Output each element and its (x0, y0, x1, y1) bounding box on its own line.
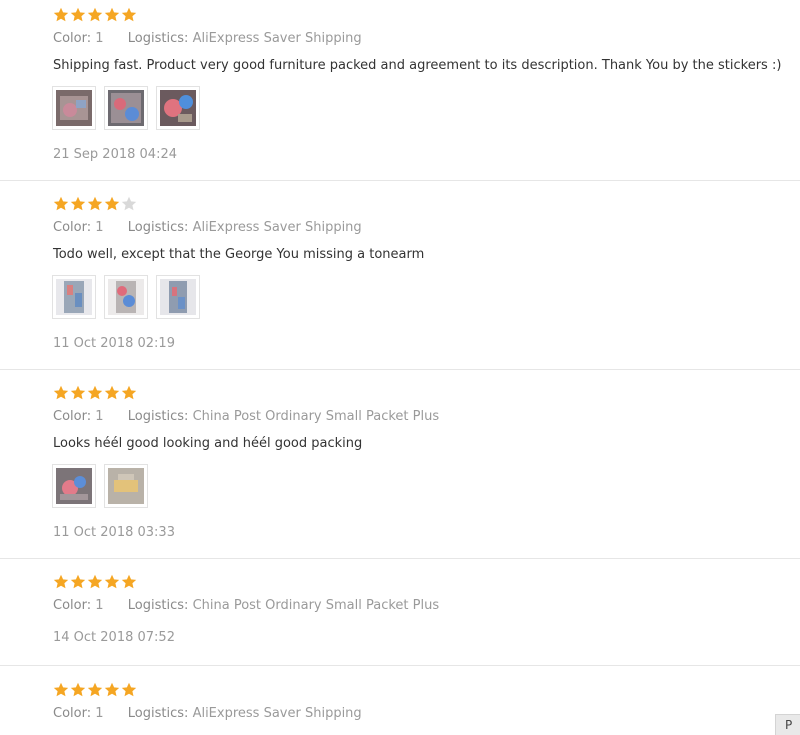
star-filled-icon (87, 385, 103, 400)
color-value: 1 (95, 31, 104, 46)
color-value: 1 (95, 706, 104, 721)
star-empty-icon (121, 196, 137, 211)
review-photos (52, 86, 200, 130)
review-date: 14 Oct 2018 07:52 (53, 630, 175, 645)
star-filled-icon (70, 7, 86, 22)
review-divider (0, 558, 800, 559)
star-filled-icon (53, 385, 69, 400)
star-filled-icon (121, 385, 137, 400)
review-meta: Color: 1 Logistics: China Post Ordinary … (53, 409, 439, 425)
review-meta: Color: 1 Logistics: AliExpress Saver Shi… (53, 31, 362, 47)
color-label: Color: (53, 706, 92, 721)
pagination-button[interactable]: P (775, 714, 800, 735)
logistics-value: China Post Ordinary Small Packet Plus (192, 409, 440, 424)
review-meta: Color: 1 Logistics: AliExpress Saver Shi… (53, 706, 362, 722)
review-photo-thumbnail[interactable] (104, 86, 148, 130)
star-rating (53, 7, 137, 23)
star-filled-icon (121, 7, 137, 22)
logistics-value: China Post Ordinary Small Packet Plus (192, 598, 440, 613)
star-filled-icon (87, 196, 103, 211)
logistics-label: Logistics: (127, 706, 189, 721)
color-label: Color: (53, 31, 92, 46)
star-filled-icon (70, 574, 86, 589)
logistics-value: AliExpress Saver Shipping (192, 706, 362, 721)
star-filled-icon (121, 682, 137, 697)
color-value: 1 (95, 220, 104, 235)
review-photos (52, 464, 148, 508)
star-filled-icon (104, 385, 120, 400)
logistics-value: AliExpress Saver Shipping (192, 31, 362, 46)
color-value: 1 (95, 409, 104, 424)
star-rating (53, 385, 137, 401)
review-photo-thumbnail[interactable] (52, 464, 96, 508)
review-photo-thumbnail[interactable] (156, 86, 200, 130)
review-divider (0, 665, 800, 666)
review-photo-thumbnail[interactable] (104, 464, 148, 508)
color-label: Color: (53, 409, 92, 424)
review-meta: Color: 1 Logistics: AliExpress Saver Shi… (53, 220, 362, 236)
logistics-label: Logistics: (127, 220, 189, 235)
review-text: Todo well, except that the George You mi… (53, 247, 425, 262)
star-rating (53, 574, 137, 590)
review-photo-thumbnail[interactable] (52, 86, 96, 130)
star-filled-icon (53, 574, 69, 589)
review-divider (0, 180, 800, 181)
star-filled-icon (70, 385, 86, 400)
color-label: Color: (53, 220, 92, 235)
logistics-label: Logistics: (127, 409, 189, 424)
logistics-label: Logistics: (127, 598, 189, 613)
star-filled-icon (87, 682, 103, 697)
star-filled-icon (70, 682, 86, 697)
star-filled-icon (104, 682, 120, 697)
color-label: Color: (53, 598, 92, 613)
star-filled-icon (121, 574, 137, 589)
star-filled-icon (104, 574, 120, 589)
star-filled-icon (53, 7, 69, 22)
star-filled-icon (70, 196, 86, 211)
review-photo-thumbnail[interactable] (52, 275, 96, 319)
review-date: 21 Sep 2018 04:24 (53, 147, 177, 162)
review-photo-thumbnail[interactable] (104, 275, 148, 319)
review-divider (0, 369, 800, 370)
star-rating (53, 196, 137, 212)
review-date: 11 Oct 2018 03:33 (53, 525, 175, 540)
review-text: Looks héél good looking and héél good pa… (53, 436, 363, 451)
star-rating (53, 682, 137, 698)
review-text: Shipping fast. Product very good furnitu… (53, 58, 782, 73)
logistics-label: Logistics: (127, 31, 189, 46)
star-filled-icon (87, 7, 103, 22)
review-meta: Color: 1 Logistics: China Post Ordinary … (53, 598, 439, 614)
star-filled-icon (104, 7, 120, 22)
review-photos (52, 275, 200, 319)
star-filled-icon (53, 682, 69, 697)
review-photo-thumbnail[interactable] (156, 275, 200, 319)
star-filled-icon (87, 574, 103, 589)
logistics-value: AliExpress Saver Shipping (192, 220, 362, 235)
star-filled-icon (104, 196, 120, 211)
star-filled-icon (53, 196, 69, 211)
review-date: 11 Oct 2018 02:19 (53, 336, 175, 351)
color-value: 1 (95, 598, 104, 613)
